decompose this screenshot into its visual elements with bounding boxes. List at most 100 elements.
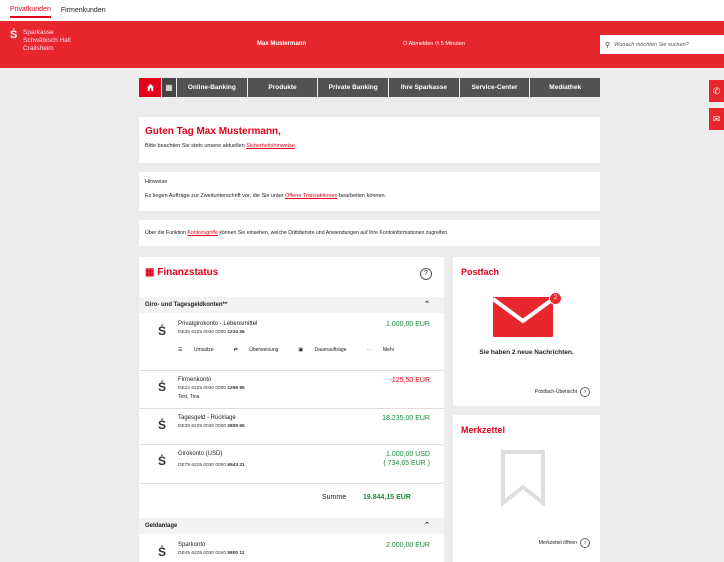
postfach-message: Sie haben 2 neue Nachrichten. <box>479 349 574 356</box>
merkzettel-open-link[interactable]: Merkzettel öffnen › <box>539 538 590 548</box>
nav-online-banking[interactable]: Online-Banking <box>177 78 247 97</box>
account-balance: 2.000,00 EUR <box>386 542 430 549</box>
account-access-link[interactable]: Kontozugriffe <box>187 230 217 236</box>
envelope-icon[interactable] <box>493 297 553 337</box>
postfach-card: Postfach 2 Sie haben 2 neue Nachrichten.… <box>453 257 600 406</box>
action-mehr[interactable]: ⋯ Mehr <box>366 347 404 353</box>
account-iban: DE79 6225 0030 0000 6543 21 <box>178 463 245 468</box>
grid-icon: ▦ <box>165 83 173 92</box>
search-placeholder: Wonach möchten Sie suchen? <box>614 41 689 48</box>
logout-area: ⏻ Abmelden ◷ 5 Minuten <box>403 41 465 48</box>
account-balance: 18.235,00 EUR <box>382 415 430 422</box>
account-iban: DE45 6225 0030 0040 5800 11 <box>178 551 245 556</box>
greeting-text: Bitte beachten Sie stets unsere aktuelle… <box>145 143 297 149</box>
tab-privatkunden[interactable]: Privatkunden <box>10 3 51 18</box>
open-transactions-link[interactable]: Offene Transaktionen <box>285 193 338 199</box>
info-card: Über die Funktion Kontozugriffe können S… <box>139 220 600 246</box>
home-icon <box>146 83 154 92</box>
main-nav: ▦ Online-Banking Produkte Private Bankin… <box>139 78 601 97</box>
section-giro[interactable]: Giro- und Tagesgeldkonten** ⌃ <box>139 297 444 313</box>
chevron-up-icon[interactable]: ⌃ <box>424 521 430 529</box>
nav-mediathek[interactable]: Mediathek <box>530 78 601 97</box>
info-text: Über die Funktion Kontozugriffe können S… <box>145 230 449 236</box>
sparkasse-logo[interactable]: Ṡ Sparkasse Schwäbisch Hall Crailsheim <box>10 29 71 53</box>
sum-row: Summe 19.844,15 EUR <box>139 484 444 512</box>
section-geldanlage[interactable]: Geldanlage ⌃ <box>139 518 444 534</box>
account-owner: Test, Tina <box>178 394 200 400</box>
sparkasse-s-icon: Ṡ <box>158 545 167 559</box>
session-timer: 5 Minuten <box>440 41 465 47</box>
nav-produkte[interactable]: Produkte <box>247 78 318 97</box>
nav-private-banking[interactable]: Private Banking <box>318 78 389 97</box>
sparkasse-s-icon: Ṡ <box>158 324 167 338</box>
merkzettel-title: Merkzettel <box>461 425 506 435</box>
account-balance: -125,50 EUR <box>389 377 430 384</box>
account-name[interactable]: Privatgirokonto - Lebensmittel <box>178 321 257 327</box>
home-button[interactable] <box>139 78 161 97</box>
sum-label: Summe <box>322 494 347 501</box>
sparkasse-s-icon: Ṡ <box>158 454 167 468</box>
grid-icon: ▦ <box>145 267 158 278</box>
hint-text: Es liegen Aufträge zur Zweitunterschrift… <box>145 193 387 199</box>
account-balance: 1.000,00 USD( 734,65 EUR ) <box>383 451 430 467</box>
logo-line-3: Crailsheim <box>23 45 54 52</box>
postfach-title: Postfach <box>461 267 500 277</box>
chevron-right-icon: › <box>580 538 590 548</box>
sparkasse-s-icon: Ṡ <box>10 29 18 41</box>
chevron-right-icon: › <box>580 387 590 397</box>
search-icon: ⚲ <box>605 41 611 49</box>
account-iban: DE35 6225 0030 0000 1234 56 <box>178 330 245 335</box>
side-mail-button[interactable]: ✉ <box>709 108 724 130</box>
account-name[interactable]: Girokonto (USD) <box>178 451 222 457</box>
account-row[interactable]: Ṡ Tagesgeld - Rücklage DE38 6225 0030 00… <box>139 409 444 445</box>
apps-grid-button[interactable]: ▦ <box>162 78 176 97</box>
power-icon: ⏻ <box>403 41 408 47</box>
account-row[interactable]: Ṡ Privatgirokonto - Lebensmittel DE35 62… <box>139 315 444 371</box>
tab-firmenkunden[interactable]: Firmenkunden <box>61 4 106 17</box>
clock-icon: ◷ <box>434 41 440 47</box>
bookmark-icon <box>501 450 545 506</box>
list-icon: ☰ <box>178 347 184 353</box>
logo-line-2: Schwäbisch Hall <box>23 37 71 44</box>
finanzstatus-title: ▦ Finanzstatus <box>145 267 219 278</box>
postfach-overview-link[interactable]: Postfach-Übersicht › <box>535 387 590 397</box>
phone-icon: ✆ <box>712 86 721 96</box>
header-bar: Ṡ Sparkasse Schwäbisch Hall Crailsheim M… <box>0 21 724 68</box>
nav-service-center[interactable]: Service-Center <box>459 78 530 97</box>
unread-badge: 2 <box>549 292 562 305</box>
sum-value: 19.844,15 EUR <box>363 494 411 501</box>
account-name[interactable]: Tagesgeld - Rücklage <box>178 415 236 421</box>
account-name[interactable]: Firmenkonto <box>178 377 211 383</box>
sparkasse-s-icon: Ṡ <box>158 380 167 394</box>
chevron-up-icon[interactable]: ⌃ <box>424 300 430 308</box>
action-dauerauftraege[interactable]: ▣ Daueraufträge <box>298 347 356 353</box>
user-name[interactable]: Max Mustermann <box>257 41 306 47</box>
more-icon: ⋯ <box>366 347 373 353</box>
security-hints-link[interactable]: Sicherheitshinweise <box>246 143 295 149</box>
help-icon[interactable]: ? <box>420 268 432 280</box>
logo-line-1: Sparkasse <box>23 29 54 36</box>
sparkasse-s-icon: Ṡ <box>158 418 167 432</box>
merkzettel-card: Merkzettel Merkzettel öffnen › <box>453 415 600 562</box>
account-row[interactable]: Ṡ Sparkonto DE45 6225 0030 0040 5800 11 … <box>139 536 444 562</box>
account-balance-eur: ( 734,65 EUR ) <box>383 460 430 467</box>
account-iban: DE22 6225 0030 0000 1299 95 <box>178 386 245 391</box>
calendar-icon: ▣ <box>298 347 305 353</box>
account-row[interactable]: Ṡ Firmenkonto DE22 6225 0030 0000 1299 9… <box>139 371 444 409</box>
account-row[interactable]: Ṡ Girokonto (USD) DE79 6225 0030 0000 65… <box>139 445 444 484</box>
action-umsaetze[interactable]: ☰ Umsätze <box>178 347 224 353</box>
transfer-icon: ⇄ <box>233 347 240 353</box>
greeting-card: Guten Tag Max Mustermann, Bitte beachten… <box>139 117 600 163</box>
action-ueberweisung[interactable]: ⇄ Überweisung <box>234 347 289 353</box>
side-phone-button[interactable]: ✆ <box>709 80 724 102</box>
account-name[interactable]: Sparkonto <box>178 542 205 548</box>
greeting-title: Guten Tag Max Mustermann, <box>145 126 281 137</box>
search-input[interactable]: ⚲ Wonach möchten Sie suchen? <box>600 35 724 54</box>
logout-link[interactable]: Abmelden <box>409 41 434 47</box>
finanzstatus-card: ▦ Finanzstatus ? Giro- und Tagesgeldkont… <box>139 257 444 562</box>
account-actions: ☰ Umsätze ⇄ Überweisung ▣ Daueraufträge … <box>178 347 414 353</box>
account-balance: 1.000,00 EUR <box>386 321 430 328</box>
top-nav: Privatkunden Firmenkunden <box>0 0 724 21</box>
nav-ihre-sparkasse[interactable]: Ihre Sparkasse <box>389 78 459 97</box>
hint-card: Hinweise Es liegen Aufträge zur Zweitunt… <box>139 172 600 211</box>
